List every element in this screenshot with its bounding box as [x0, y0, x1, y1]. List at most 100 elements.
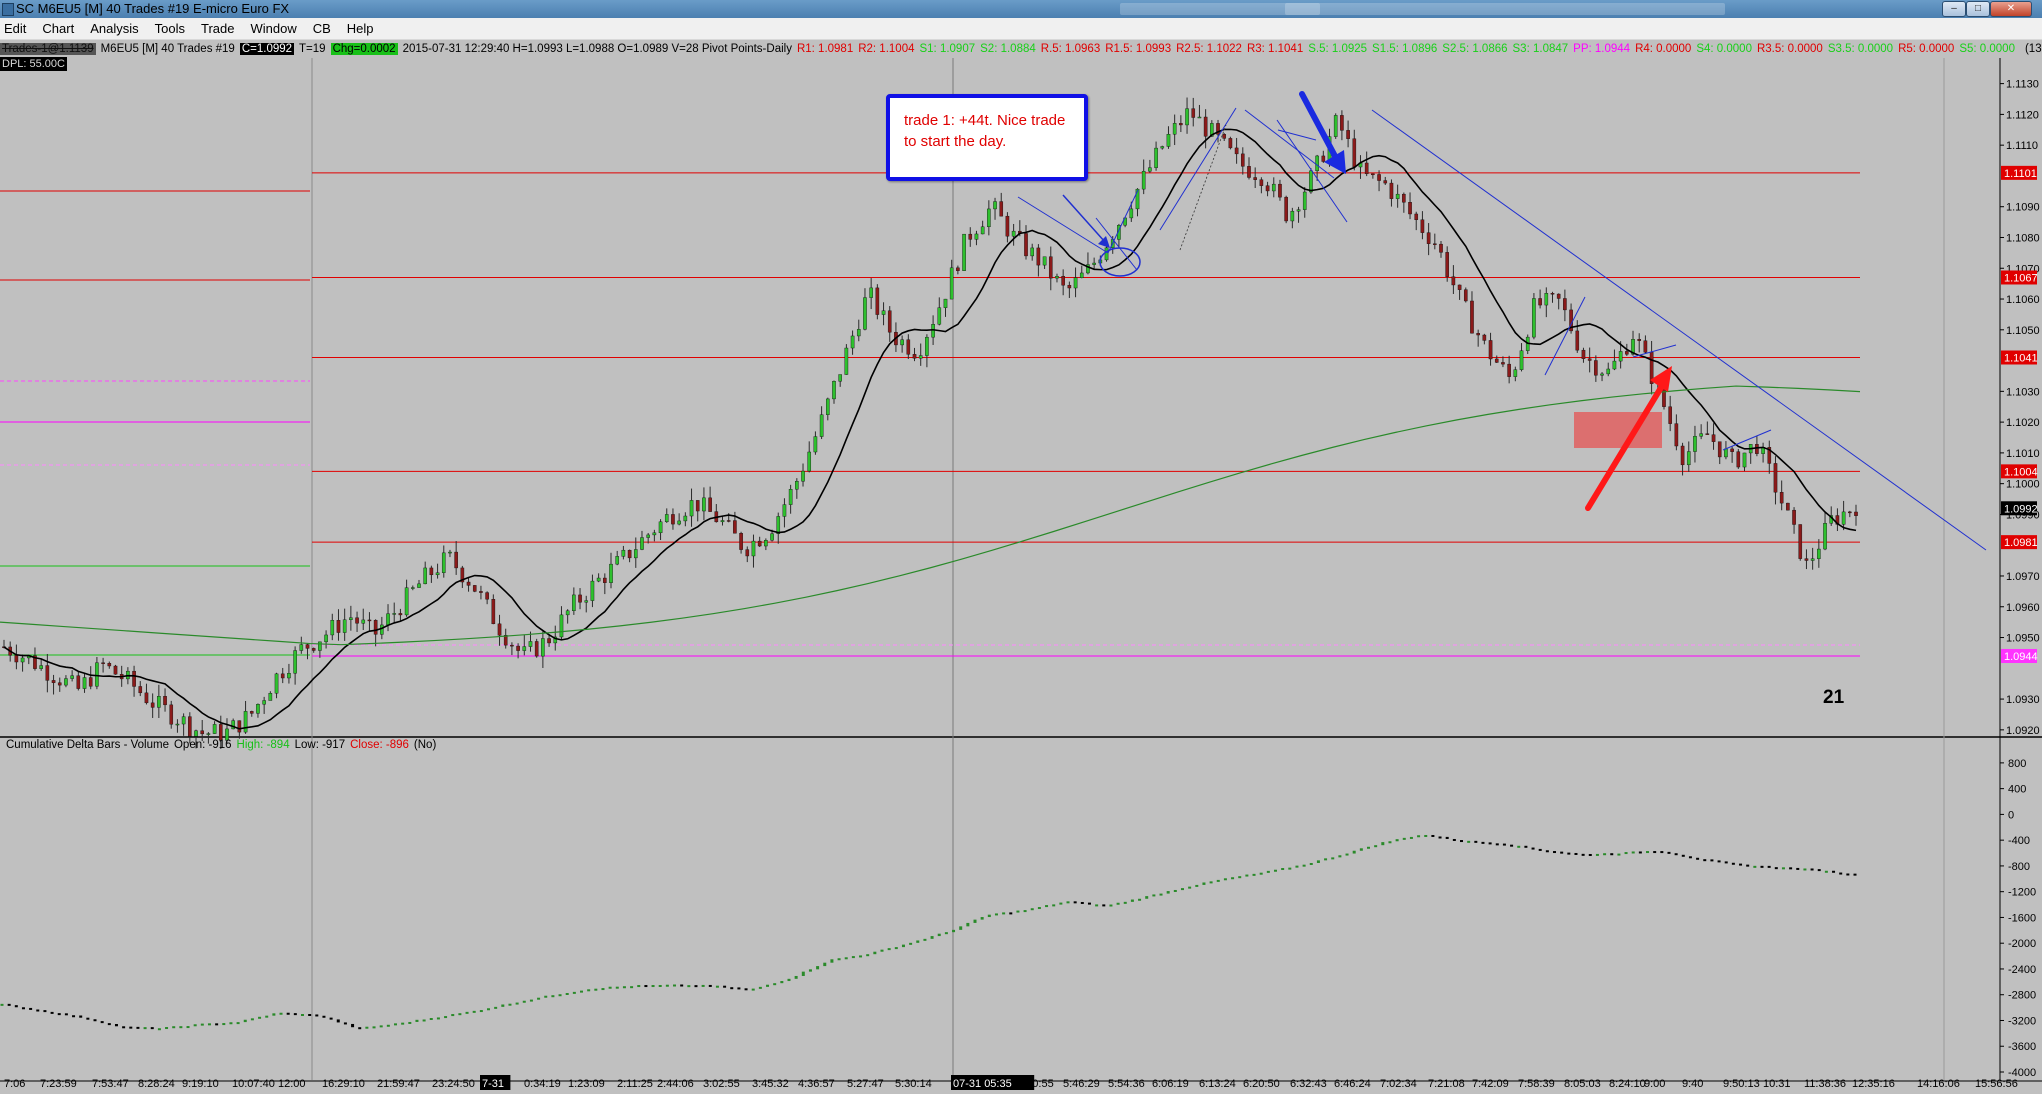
delta-bar	[1452, 838, 1456, 841]
candle-body	[95, 662, 99, 687]
menu-cb[interactable]: CB	[305, 18, 339, 39]
candle-body	[1148, 167, 1152, 172]
candle-body	[565, 610, 570, 616]
candle-body	[1451, 276, 1456, 286]
candle-body	[1482, 334, 1487, 341]
candle-body	[980, 226, 985, 235]
delta-tick-label: -2800	[2008, 990, 2036, 1002]
delta-bar	[1381, 842, 1385, 846]
candle-body	[1024, 233, 1028, 257]
delta-bar	[1324, 858, 1328, 861]
candle-body	[646, 534, 650, 538]
delta-tick-label: -400	[2008, 835, 2030, 847]
time-label: 2:11:25	[617, 1078, 653, 1090]
delta-bar	[165, 1027, 169, 1030]
pivot-value: R3.5: 0.0000	[1756, 43, 1823, 55]
menu-tools[interactable]: Tools	[147, 18, 193, 39]
candle-body	[497, 623, 502, 636]
time-label: 7-31	[482, 1078, 504, 1090]
candle-body	[1364, 162, 1369, 175]
candle-body	[249, 711, 254, 714]
delta-bar	[365, 1026, 369, 1029]
delta-tick-label: -3600	[2008, 1041, 2036, 1053]
candle-body	[1005, 215, 1010, 237]
delta-bar	[136, 1026, 140, 1029]
delta-bar	[1288, 867, 1292, 870]
candle-body	[1476, 333, 1480, 336]
close-button[interactable]: ✕	[1990, 1, 2032, 17]
candle-body	[1309, 170, 1313, 193]
price-tick-label: 1.1110	[2006, 140, 2038, 152]
candle-body	[603, 577, 607, 583]
delta-bar	[1152, 894, 1156, 897]
candle-body	[367, 619, 372, 622]
candle-body	[1711, 434, 1716, 442]
delta-bar	[1123, 901, 1127, 904]
delta-bar	[1731, 862, 1735, 865]
minimize-button[interactable]: –	[1942, 1, 1966, 17]
candle-body	[45, 665, 50, 681]
delta-bar	[229, 1022, 233, 1025]
candle-body	[689, 500, 694, 517]
delta-bar	[987, 914, 991, 918]
time-label: 2:44:06	[657, 1078, 694, 1090]
delta-tick-label: -2000	[2008, 938, 2036, 950]
menu-analysis[interactable]: Analysis	[82, 18, 146, 39]
delta-tick-label: 800	[2008, 758, 2026, 770]
candle-body	[64, 678, 68, 686]
delta-bar	[379, 1025, 383, 1028]
candle-body	[1433, 243, 1437, 245]
symbol-label: M6EU5 [M] 40 Trades #19	[100, 43, 235, 55]
candle-body	[144, 692, 149, 704]
delta-tick-label: -800	[2008, 861, 2030, 873]
menu-help[interactable]: Help	[339, 18, 382, 39]
delta-bar	[279, 1012, 283, 1015]
delta-bar	[515, 1002, 519, 1005]
delta-flag: (No)	[413, 739, 437, 751]
delta-bar	[537, 997, 541, 1000]
delta-bar	[1216, 879, 1220, 882]
menu-trade[interactable]: Trade	[193, 18, 242, 39]
ohlc-readout: 2015-07-31 12:29:40 H=1.0993 L=1.0988 O=…	[402, 43, 792, 55]
candle-body	[1742, 452, 1747, 468]
delta-bar	[272, 1013, 276, 1016]
maximize-button[interactable]: □	[1966, 1, 1990, 17]
delta-bar	[243, 1019, 247, 1023]
background-tab-ghost[interactable]	[1285, 3, 1725, 15]
delta-bar	[129, 1026, 133, 1029]
trade-annotation-box[interactable]: trade 1: +44t. Nice trade to start the d…	[886, 94, 1088, 181]
candle-body	[856, 329, 861, 337]
time-label: 07-31 05:35	[953, 1078, 1012, 1090]
menu-window[interactable]: Window	[242, 18, 304, 39]
candle-body	[906, 339, 911, 355]
delta-bar	[14, 1005, 18, 1008]
candle-body	[943, 298, 948, 308]
candle-body	[466, 581, 471, 586]
delta-bar	[143, 1027, 147, 1030]
delta-bar	[1273, 869, 1277, 872]
candle-body	[683, 515, 688, 522]
pivot-value: S1.5: 1.0896	[1372, 43, 1438, 55]
delta-bar	[808, 969, 812, 972]
menu-edit[interactable]: Edit	[0, 18, 34, 39]
delta-bar	[408, 1021, 412, 1024]
delta-bar	[980, 917, 984, 920]
chart-canvas[interactable]: 1.11301.11201.11101.10901.10801.10701.10…	[0, 40, 2042, 1094]
candle-body	[311, 648, 316, 651]
delta-study-name: Cumulative Delta Bars - Volume	[6, 739, 169, 751]
candle-body	[664, 514, 669, 523]
candle-body	[206, 733, 211, 735]
candle-body	[516, 645, 520, 651]
delta-bar	[1688, 856, 1692, 859]
delta-bar	[372, 1026, 376, 1029]
candle-body	[1513, 369, 1518, 377]
entry-arrow-shaft	[1062, 194, 1106, 243]
candle-body	[1810, 558, 1815, 561]
delta-bar	[1510, 844, 1514, 847]
candle-body	[534, 641, 539, 657]
delta-bar	[572, 991, 576, 994]
menu-chart[interactable]: Chart	[34, 18, 82, 39]
candle-body	[1197, 116, 1202, 119]
delta-bar	[207, 1023, 211, 1026]
delta-bar	[179, 1026, 183, 1029]
